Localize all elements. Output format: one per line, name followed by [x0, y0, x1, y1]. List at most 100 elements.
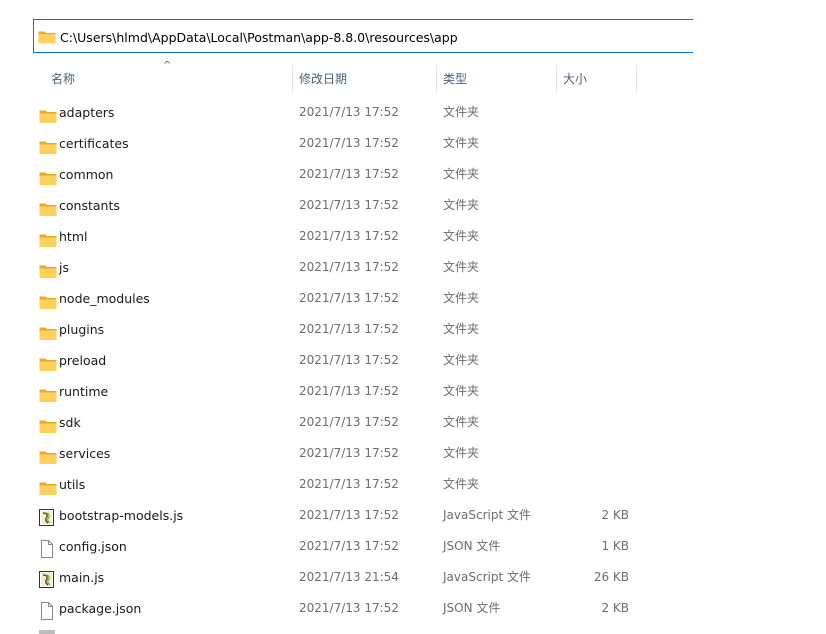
- file-name: js: [59, 260, 69, 275]
- file-size: [556, 190, 629, 221]
- file-size: [556, 252, 629, 283]
- file-size: 2 KB: [601, 601, 629, 615]
- file-name: utils: [59, 477, 86, 492]
- column-divider[interactable]: [436, 65, 437, 93]
- file-type: 文件夹: [443, 353, 480, 367]
- partial-row-icon: [39, 630, 55, 634]
- file-size: 26 KB: [593, 570, 629, 584]
- file-modified-date: 2021/7/13 17:52: [299, 415, 399, 429]
- file-icon: [39, 601, 57, 620]
- file-row[interactable]: services 2021/7/13 17:52 文件夹: [0, 438, 640, 469]
- file-type: 文件夹: [443, 446, 480, 460]
- file-modified-date: 2021/7/13 17:52: [299, 198, 399, 212]
- file-name: main.js: [59, 570, 105, 585]
- file-size: [556, 221, 629, 252]
- file-name: common: [59, 167, 114, 182]
- file-type: 文件夹: [443, 105, 480, 119]
- address-bar[interactable]: C:\Users\hlmd\AppData\Local\Postman\app-…: [33, 19, 693, 53]
- file-size: [556, 159, 629, 190]
- file-name: html: [59, 229, 88, 244]
- folder-icon: [39, 229, 57, 247]
- folder-icon: [39, 322, 57, 340]
- folder-icon: [39, 167, 57, 185]
- script-file-icon: [39, 570, 57, 588]
- file-modified-date: 2021/7/13 17:52: [299, 322, 399, 336]
- file-size: [556, 407, 629, 438]
- folder-icon: [38, 30, 56, 47]
- file-type: JSON 文件: [443, 539, 501, 553]
- folder-icon: [39, 198, 57, 216]
- file-modified-date: 2021/7/13 17:52: [299, 291, 399, 305]
- file-row[interactable]: bootstrap-models.js 2021/7/13 17:52 JavaSc…: [0, 500, 640, 531]
- file-row[interactable]: sdk 2021/7/13 17:52 文件夹: [0, 407, 640, 438]
- sort-ascending-icon: ^: [163, 60, 172, 71]
- file-size: 2 KB: [601, 508, 629, 522]
- file-name: sdk: [59, 415, 81, 430]
- folder-icon: [39, 136, 57, 154]
- address-path[interactable]: C:\Users\hlmd\AppData\Local\Postman\app-…: [60, 30, 458, 45]
- column-header-modified[interactable]: 修改日期: [299, 65, 347, 93]
- folder-icon: [39, 446, 57, 464]
- file-row[interactable]: main.js 2021/7/13 21:54 JavaScript 文件 26 KB: [0, 562, 640, 593]
- folder-icon: [39, 353, 57, 371]
- file-type: 文件夹: [443, 477, 480, 491]
- file-row[interactable]: adapters 2021/7/13 17:52 文件夹: [0, 97, 640, 128]
- file-modified-date: 2021/7/13 17:52: [299, 136, 399, 150]
- file-type: JavaScript 文件: [443, 508, 531, 522]
- file-modified-date: 2021/7/13 17:52: [299, 446, 399, 460]
- file-name: constants: [59, 198, 120, 213]
- file-row[interactable]: js 2021/7/13 17:52 文件夹: [0, 252, 640, 283]
- column-divider[interactable]: [636, 65, 637, 93]
- column-divider[interactable]: [292, 65, 293, 93]
- file-type: JavaScript 文件: [443, 570, 531, 584]
- file-type: 文件夹: [443, 384, 480, 398]
- file-row[interactable]: html 2021/7/13 17:52 文件夹: [0, 221, 640, 252]
- file-modified-date: 2021/7/13 17:52: [299, 508, 399, 522]
- column-header-name[interactable]: 名称: [51, 65, 75, 93]
- file-row[interactable]: preload 2021/7/13 17:52 文件夹: [0, 345, 640, 376]
- file-row[interactable]: certificates 2021/7/13 17:52 文件夹: [0, 128, 640, 159]
- file-modified-date: 2021/7/13 17:52: [299, 105, 399, 119]
- file-type: JSON 文件: [443, 601, 501, 615]
- file-size: 1 KB: [601, 539, 629, 553]
- column-divider[interactable]: [556, 65, 557, 93]
- file-row[interactable]: constants 2021/7/13 17:52 文件夹: [0, 190, 640, 221]
- file-row[interactable]: runtime 2021/7/13 17:52 文件夹: [0, 376, 640, 407]
- file-type: 文件夹: [443, 415, 480, 429]
- folder-icon: [39, 415, 57, 433]
- file-row[interactable]: common 2021/7/13 17:52 文件夹: [0, 159, 640, 190]
- column-header-type[interactable]: 类型: [443, 65, 467, 93]
- file-name: config.json: [59, 539, 127, 554]
- file-type: 文件夹: [443, 260, 480, 274]
- file-row[interactable]: node_modules 2021/7/13 17:52 文件夹: [0, 283, 640, 314]
- file-row[interactable]: utils 2021/7/13 17:52 文件夹: [0, 469, 640, 500]
- file-type: 文件夹: [443, 322, 480, 336]
- folder-icon: [39, 477, 57, 495]
- file-modified-date: 2021/7/13 17:52: [299, 477, 399, 491]
- file-type: 文件夹: [443, 167, 480, 181]
- file-row[interactable]: config.json 2021/7/13 17:52 JSON 文件 1 KB: [0, 531, 640, 562]
- file-size: [556, 438, 629, 469]
- folder-icon: [39, 105, 57, 123]
- folder-icon: [39, 260, 57, 278]
- file-modified-date: 2021/7/13 21:54: [299, 570, 399, 584]
- file-icon: [39, 539, 57, 558]
- file-size: [556, 469, 629, 500]
- file-modified-date: 2021/7/13 17:52: [299, 229, 399, 243]
- file-size: [556, 283, 629, 314]
- folder-icon: [39, 291, 57, 309]
- file-row[interactable]: package.json 2021/7/13 17:52 JSON 文件 2 KB: [0, 593, 640, 624]
- file-row[interactable]: plugins 2021/7/13 17:52 文件夹: [0, 314, 640, 345]
- file-type: 文件夹: [443, 136, 480, 150]
- file-modified-date: 2021/7/13 17:52: [299, 167, 399, 181]
- script-file-icon: [39, 508, 57, 526]
- file-type: 文件夹: [443, 291, 480, 305]
- file-type: 文件夹: [443, 198, 480, 212]
- file-name: node_modules: [59, 291, 150, 306]
- column-header-size[interactable]: 大小: [563, 65, 587, 93]
- file-name: package.json: [59, 601, 142, 616]
- folder-icon: [39, 384, 57, 402]
- file-type: 文件夹: [443, 229, 480, 243]
- file-name: preload: [59, 353, 107, 368]
- file-size: [556, 345, 629, 376]
